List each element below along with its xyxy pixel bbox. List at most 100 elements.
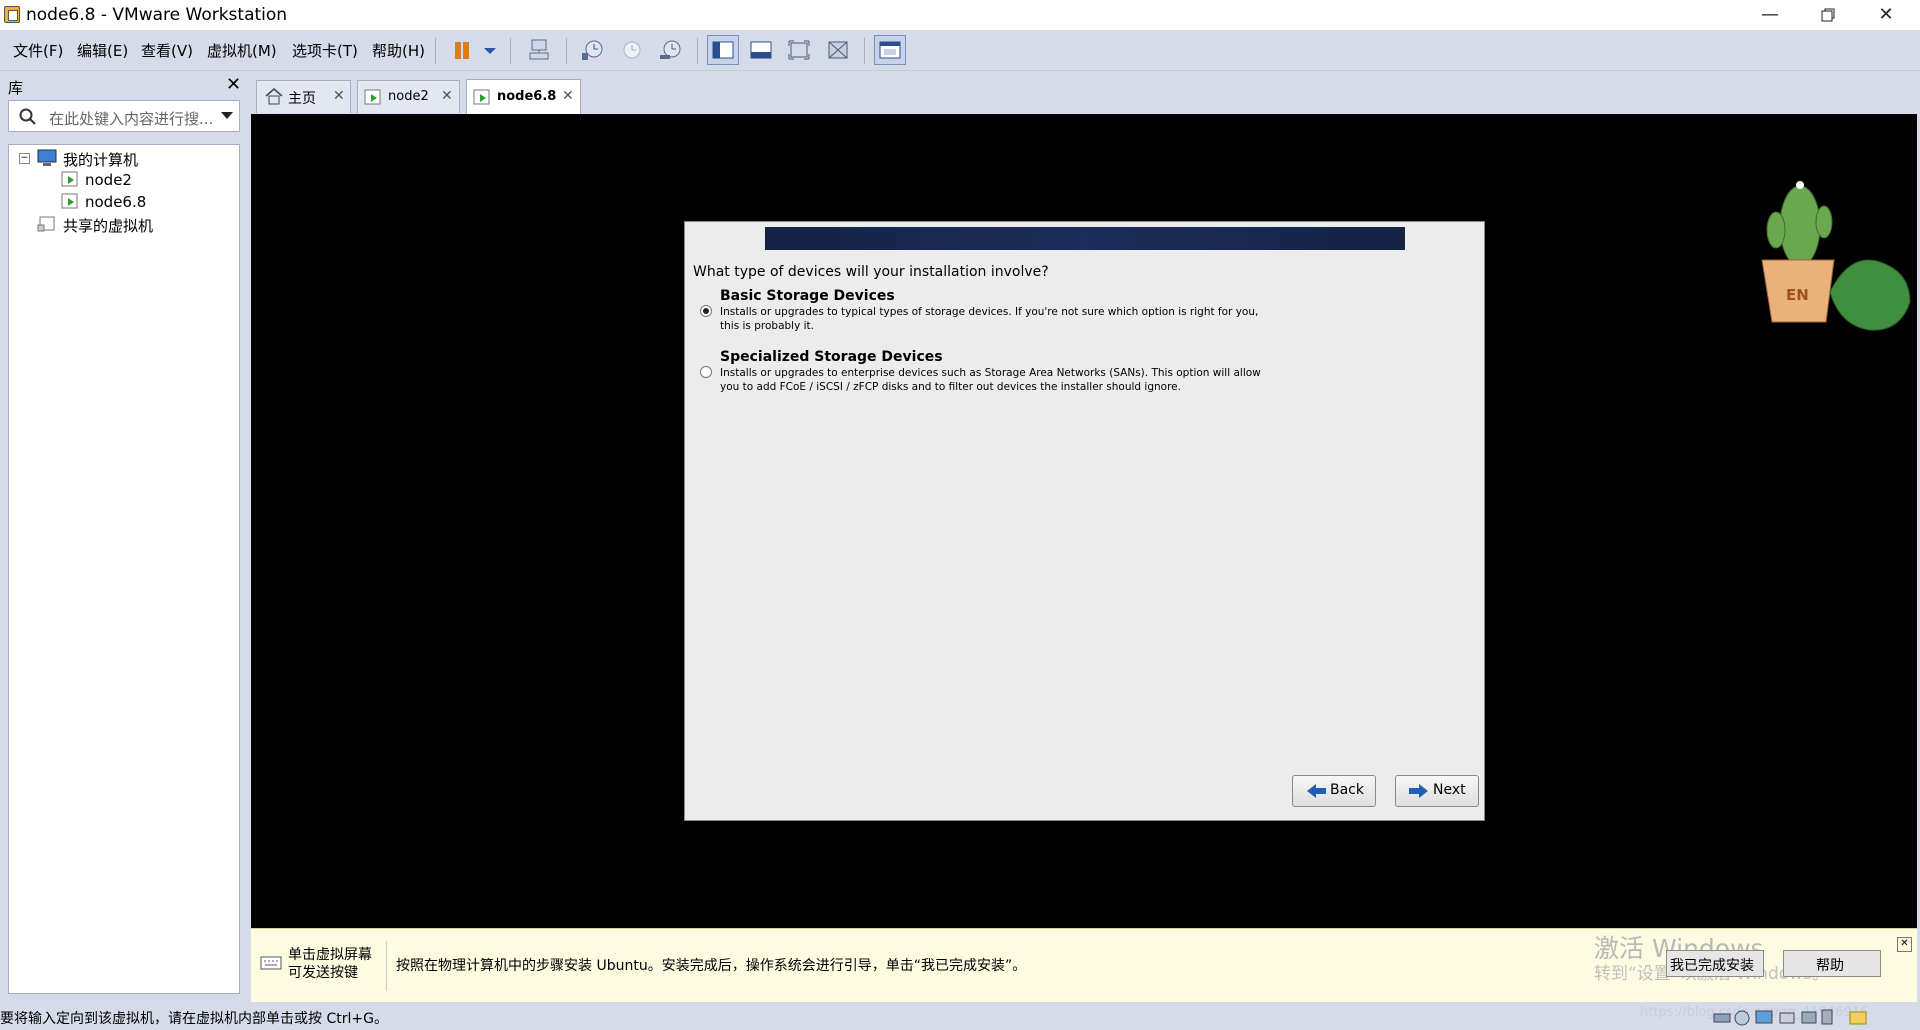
back-label: Back xyxy=(1330,782,1364,798)
vm-icon xyxy=(473,89,490,105)
menu-file[interactable]: 文件(F) xyxy=(13,40,63,61)
pause-icon xyxy=(455,42,469,59)
option-specialized-title[interactable]: Specialized Storage Devices xyxy=(720,349,943,365)
thumbnail-bar-button[interactable] xyxy=(745,35,777,65)
status-text: 要将输入定向到该虚拟机，请在虚拟机内部单击或按 Ctrl+G。 xyxy=(0,1011,388,1027)
vmware-app-icon xyxy=(4,6,20,23)
restore-icon xyxy=(1821,8,1835,22)
tree-item-my-computer[interactable]: 我的计算机 xyxy=(63,149,138,170)
minimize-button[interactable]: — xyxy=(1741,0,1799,30)
search-placeholder: 在此处键入内容进行搜... xyxy=(49,110,214,128)
menu-tabs[interactable]: 选项卡(T) xyxy=(292,40,358,61)
option-specialized-desc-line2: you to add FCoE / iSCSI / zFCP disks and… xyxy=(720,381,1181,393)
tab-close-icon[interactable]: ✕ xyxy=(562,88,574,104)
arrow-right-icon xyxy=(1409,784,1428,798)
installer-dialog: What type of devices will your installat… xyxy=(684,221,1485,821)
next-button[interactable]: Next xyxy=(1395,775,1479,807)
close-notification-button[interactable]: ✕ xyxy=(1897,937,1912,952)
tree-item-node2[interactable]: node2 xyxy=(85,171,132,189)
menu-help[interactable]: 帮助(H) xyxy=(372,40,425,61)
home-icon xyxy=(265,88,283,105)
window-title: node6.8 - VMware Workstation xyxy=(26,5,288,25)
status-bar: 要将输入定向到该虚拟机，请在虚拟机内部单击或按 Ctrl+G。 https://… xyxy=(0,1002,1920,1030)
install-notification-bar: 单击虚拟屏幕 可发送按键 按照在物理计算机中的步骤安装 Ubuntu。安装完成后… xyxy=(251,928,1917,1003)
option-basic-desc-line1: Installs or upgrades to typical types of… xyxy=(720,306,1259,318)
click-hint: 单击虚拟屏幕 可发送按键 xyxy=(288,946,372,982)
toolbar-separator xyxy=(435,38,436,64)
snapshot-manager-icon xyxy=(660,40,681,59)
unity-icon xyxy=(828,41,848,59)
menu-bar: 文件(F) 编辑(E) 查看(V) 虚拟机(M) 选项卡(T) 帮助(H) xyxy=(0,30,1920,71)
radio-dot xyxy=(703,308,709,314)
tab-node6-8[interactable]: node6.8 ✕ xyxy=(466,79,581,114)
done-install-label: 我已完成安装 xyxy=(1670,958,1754,974)
tab-home-label: 主页 xyxy=(288,91,316,107)
library-search-input[interactable]: 在此处键入内容进行搜... xyxy=(8,100,240,132)
full-screen-button[interactable] xyxy=(783,35,815,65)
close-window-button[interactable]: ✕ xyxy=(1857,0,1915,30)
tab-home[interactable]: 主页 ✕ xyxy=(256,80,351,113)
next-label: Next xyxy=(1433,782,1466,798)
revert-snapshot-icon xyxy=(623,41,641,59)
console-view-icon xyxy=(879,41,901,59)
snapshot-icon xyxy=(582,40,603,60)
device-status-icons[interactable] xyxy=(1710,1008,1880,1026)
unity-button[interactable] xyxy=(822,35,854,65)
option-specialized-radio[interactable] xyxy=(700,366,712,378)
tab-close-icon[interactable]: ✕ xyxy=(441,88,453,104)
restore-button[interactable] xyxy=(1799,0,1857,30)
toolbar-separator xyxy=(510,38,511,64)
toolbar-separator xyxy=(566,38,567,64)
back-button[interactable]: Back xyxy=(1292,775,1376,807)
menu-view[interactable]: 查看(V) xyxy=(141,40,193,61)
vm-icon xyxy=(61,193,78,209)
divider xyxy=(386,941,387,991)
installer-question: What type of devices will your installat… xyxy=(693,264,1049,280)
pause-vm-button[interactable] xyxy=(447,35,479,65)
click-hint-line2: 可发送按键 xyxy=(288,965,358,981)
vm-icon xyxy=(364,89,381,105)
power-dropdown-button[interactable] xyxy=(478,35,504,65)
menu-edit[interactable]: 编辑(E) xyxy=(77,40,128,61)
tab-node6-8-label: node6.8 xyxy=(497,89,557,104)
tab-close-icon[interactable]: ✕ xyxy=(333,88,345,104)
language-widget[interactable]: EN xyxy=(1748,172,1916,334)
my-computer-icon xyxy=(37,149,57,166)
option-basic-radio[interactable] xyxy=(700,305,712,317)
chevron-down-icon xyxy=(221,112,233,119)
snapshot-manager-button[interactable] xyxy=(654,35,686,65)
search-icon xyxy=(19,108,36,125)
library-close-button[interactable]: ✕ xyxy=(226,74,241,95)
help-button[interactable]: 帮助 xyxy=(1783,950,1881,977)
install-message: 按照在物理计算机中的步骤安装 Ubuntu。安装完成后，操作系统会进行引导，单击… xyxy=(396,958,1027,974)
installer-banner xyxy=(765,227,1405,250)
arrow-left-icon xyxy=(1307,784,1326,798)
menu-vm[interactable]: 虚拟机(M) xyxy=(207,40,277,61)
vm-icon xyxy=(61,171,78,187)
vm-console-screen[interactable]: What type of devices will your installat… xyxy=(251,114,1917,928)
option-basic-desc-line2: this is probably it. xyxy=(720,320,815,332)
click-hint-line1: 单击虚拟屏幕 xyxy=(288,947,372,963)
done-install-button[interactable]: 我已完成安装 xyxy=(1666,950,1764,977)
revert-snapshot-button[interactable] xyxy=(616,35,648,65)
cactus-icon xyxy=(1761,181,1911,331)
library-title: 库 xyxy=(8,79,24,97)
send-ctrl-alt-del-button[interactable] xyxy=(523,35,555,65)
tab-node2[interactable]: node2 ✕ xyxy=(357,80,460,113)
toolbar-separator xyxy=(864,38,865,64)
show-library-button[interactable] xyxy=(707,35,739,65)
library-layout-icon xyxy=(712,41,734,59)
option-specialized-desc-line1: Installs or upgrades to enterprise devic… xyxy=(720,367,1261,379)
tree-item-node6-8[interactable]: node6.8 xyxy=(85,193,146,211)
full-screen-icon xyxy=(788,40,810,60)
tree-item-shared-vms[interactable]: 共享的虚拟机 xyxy=(63,215,153,236)
help-label: 帮助 xyxy=(1816,958,1844,974)
snapshot-button[interactable] xyxy=(576,35,608,65)
console-view-button[interactable] xyxy=(874,35,906,65)
title-bar: node6.8 - VMware Workstation — ✕ xyxy=(0,0,1920,30)
toolbar-separator xyxy=(697,38,698,64)
option-basic-title[interactable]: Basic Storage Devices xyxy=(720,288,895,304)
collapse-toggle[interactable]: − xyxy=(19,153,30,164)
shared-vms-icon xyxy=(37,216,55,232)
chevron-down-icon xyxy=(484,48,496,54)
